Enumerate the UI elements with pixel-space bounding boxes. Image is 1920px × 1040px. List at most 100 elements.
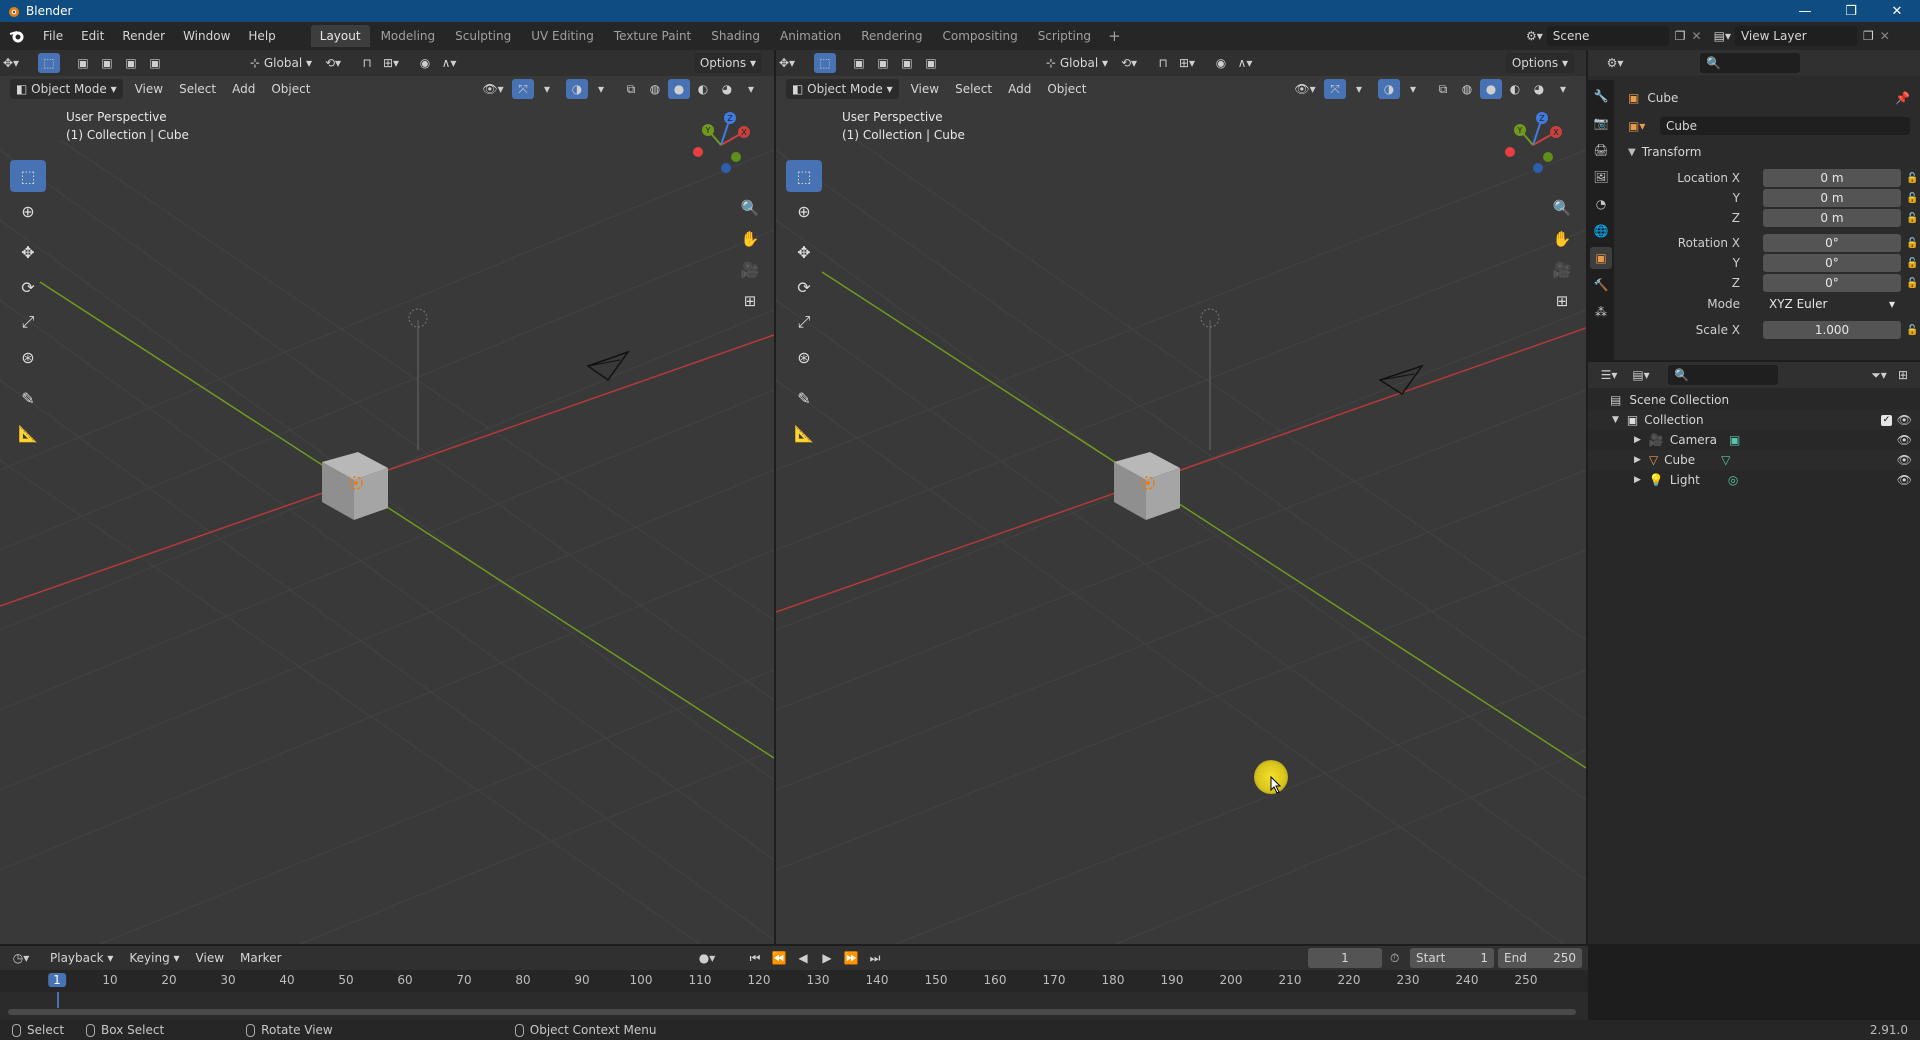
prev-keyframe-icon[interactable]: ⏪	[768, 948, 790, 968]
select-new-icon[interactable]: ▣	[848, 53, 870, 73]
new-view-layer-icon[interactable]: ❐	[1863, 29, 1874, 43]
menu-window[interactable]: Window	[174, 29, 239, 43]
frame-ruler[interactable]: 1 10 20 30 40 50 60 70 80 90 100 110 120…	[0, 970, 1588, 992]
options-dropdown[interactable]: Options ▾	[1505, 53, 1574, 73]
scene-selector[interactable]: Scene	[1546, 26, 1669, 46]
viewport-right[interactable]: ✥▾ ⬚ ▣ ▣ ▣ ▣ ⊹ Global ▾ ⟲▾ ⊓ ⊞▾ ◉ ∧▾ Opt…	[776, 50, 1586, 944]
select-mode-icon[interactable]: ⬚	[814, 53, 836, 73]
options-dropdown[interactable]: Options ▾	[693, 53, 762, 73]
jump-end-icon[interactable]: ⏭	[864, 948, 886, 968]
visibility-icon[interactable]: 👁▾	[482, 79, 504, 99]
current-frame-marker[interactable]: 1	[48, 973, 66, 987]
select-subtract-icon[interactable]: ▣	[120, 53, 142, 73]
eye-icon[interactable]: 👁	[1897, 413, 1912, 427]
collapse-arrow-icon[interactable]: ▼	[1628, 147, 1636, 158]
render-tab-icon[interactable]: 📷	[1590, 112, 1612, 134]
transform-section-header[interactable]: Transform	[1642, 145, 1702, 159]
select-mode-icon[interactable]: ⬚	[38, 53, 60, 73]
filter-icon[interactable]: ⏷▾	[1868, 365, 1890, 385]
measure-tool-icon[interactable]: 📐	[10, 417, 46, 449]
solid-shading-icon[interactable]: ●	[668, 79, 690, 99]
gizmo-menu-icon[interactable]: ▾	[1348, 79, 1370, 99]
properties-editor-type-icon[interactable]: ⚙▾	[1604, 53, 1626, 73]
falloff-icon[interactable]: ∧▾	[438, 53, 460, 73]
lock-icon[interactable]: 🔓	[1906, 213, 1918, 224]
menu-select[interactable]: Select	[171, 82, 224, 96]
object-name-field[interactable]: Cube	[1660, 117, 1910, 135]
display-mode-icon[interactable]: ▤▾	[1630, 365, 1652, 385]
object-tab-icon[interactable]: ▣	[1590, 247, 1612, 269]
ortho-toggle-icon[interactable]: ⊞	[736, 287, 764, 315]
scene-icon[interactable]: ⚙▾	[1526, 29, 1543, 43]
menu-add[interactable]: Add	[1000, 82, 1039, 96]
snap-icon[interactable]: ⊓	[356, 53, 378, 73]
camera-data-icon[interactable]: ▣	[1729, 433, 1740, 447]
expand-arrow-icon[interactable]: ▼	[1612, 415, 1619, 425]
modifier-tab-icon[interactable]: 🔨	[1590, 274, 1612, 296]
proportional-edit-icon[interactable]: ◉	[1210, 53, 1232, 73]
scene-tab-icon[interactable]: ◔	[1590, 193, 1612, 215]
proportional-edit-icon[interactable]: ◉	[414, 53, 436, 73]
menu-object[interactable]: Object	[263, 82, 318, 96]
wireframe-shading-icon[interactable]: ◍	[644, 79, 666, 99]
editor-type-icon[interactable]: ✥▾	[776, 53, 798, 73]
select-subtract-icon[interactable]: ▣	[896, 53, 918, 73]
menu-render[interactable]: Render	[113, 29, 174, 43]
outliner-search-input[interactable]: 🔍	[1668, 365, 1778, 385]
tab-scripting[interactable]: Scripting	[1029, 25, 1100, 47]
start-frame-field[interactable]: Start 1	[1410, 948, 1494, 968]
particles-tab-icon[interactable]: ⁂	[1590, 301, 1612, 323]
location-y-field[interactable]: 0 m	[1763, 189, 1901, 207]
menu-select[interactable]: Select	[947, 82, 1000, 96]
new-scene-icon[interactable]: ❐	[1675, 29, 1686, 43]
snap-icon[interactable]: ⊓	[1152, 53, 1174, 73]
visibility-icon[interactable]: 👁▾	[1294, 79, 1316, 99]
outliner-row-collection[interactable]: ▼ ▣ Collection ✓ 👁	[1588, 410, 1920, 430]
zoom-icon[interactable]: 🔍	[736, 194, 764, 222]
pin-icon[interactable]: 📌	[1895, 91, 1910, 105]
tab-rendering[interactable]: Rendering	[852, 25, 931, 47]
scale-tool-icon[interactable]: ⤢	[786, 306, 822, 338]
view-layer-tab-icon[interactable]: 🖼	[1590, 166, 1612, 188]
wireframe-shading-icon[interactable]: ◍	[1456, 79, 1478, 99]
rotation-y-field[interactable]: 0°	[1763, 254, 1901, 272]
pivot-icon[interactable]: ⟲▾	[1118, 53, 1140, 73]
eye-icon[interactable]: 👁	[1897, 473, 1912, 487]
tab-compositing[interactable]: Compositing	[933, 25, 1026, 47]
menu-view[interactable]: View	[127, 82, 171, 96]
overlay-menu-icon[interactable]: ▾	[1402, 79, 1424, 99]
editor-type-icon[interactable]: ✥▾	[0, 53, 22, 73]
new-collection-icon[interactable]: ⊞	[1892, 365, 1914, 385]
lock-icon[interactable]: 🔓	[1906, 278, 1918, 289]
orientation-dropdown[interactable]: ⊹ Global ▾	[1040, 53, 1114, 73]
overlay-toggle-icon[interactable]: ◑	[566, 79, 588, 99]
menu-playback[interactable]: Playback ▾	[42, 951, 121, 965]
stopwatch-icon[interactable]: ⏱	[1390, 951, 1399, 966]
pan-hand-icon[interactable]: ✋	[1548, 225, 1576, 253]
rotation-mode-dropdown[interactable]: XYZ Euler ▾	[1763, 295, 1901, 313]
close-button[interactable]: ✕	[1874, 0, 1920, 22]
eye-icon[interactable]: 👁	[1897, 433, 1912, 447]
blender-menu-icon[interactable]	[0, 22, 34, 50]
expand-arrow-icon[interactable]: ▶	[1634, 475, 1641, 485]
select-box-tool-icon[interactable]: ⬚	[10, 160, 46, 192]
rotate-tool-icon[interactable]: ⟳	[786, 271, 822, 303]
menu-view[interactable]: View	[188, 951, 232, 965]
snap-target-icon[interactable]: ⊞▾	[380, 53, 402, 73]
navigation-gizmo[interactable]: X Z Y	[1498, 110, 1568, 180]
scale-x-field[interactable]: 1.000	[1763, 321, 1901, 339]
tab-texture-paint[interactable]: Texture Paint	[605, 25, 700, 47]
solid-shading-icon[interactable]: ●	[1480, 79, 1502, 99]
tool-tab-icon[interactable]: 🔧	[1590, 85, 1612, 107]
shading-menu-icon[interactable]: ▾	[740, 79, 762, 99]
material-shading-icon[interactable]: ◐	[1504, 79, 1526, 99]
menu-object[interactable]: Object	[1039, 82, 1094, 96]
tab-sculpting[interactable]: Sculpting	[446, 25, 520, 47]
rendered-shading-icon[interactable]: ◕	[1528, 79, 1550, 99]
remove-scene-icon[interactable]: ✕	[1692, 29, 1702, 43]
minimize-button[interactable]: —	[1782, 0, 1828, 22]
transform-tool-icon[interactable]: ⊛	[786, 341, 822, 373]
move-tool-icon[interactable]: ✥	[786, 236, 822, 268]
tab-animation[interactable]: Animation	[771, 25, 850, 47]
rotation-z-field[interactable]: 0°	[1763, 274, 1901, 292]
